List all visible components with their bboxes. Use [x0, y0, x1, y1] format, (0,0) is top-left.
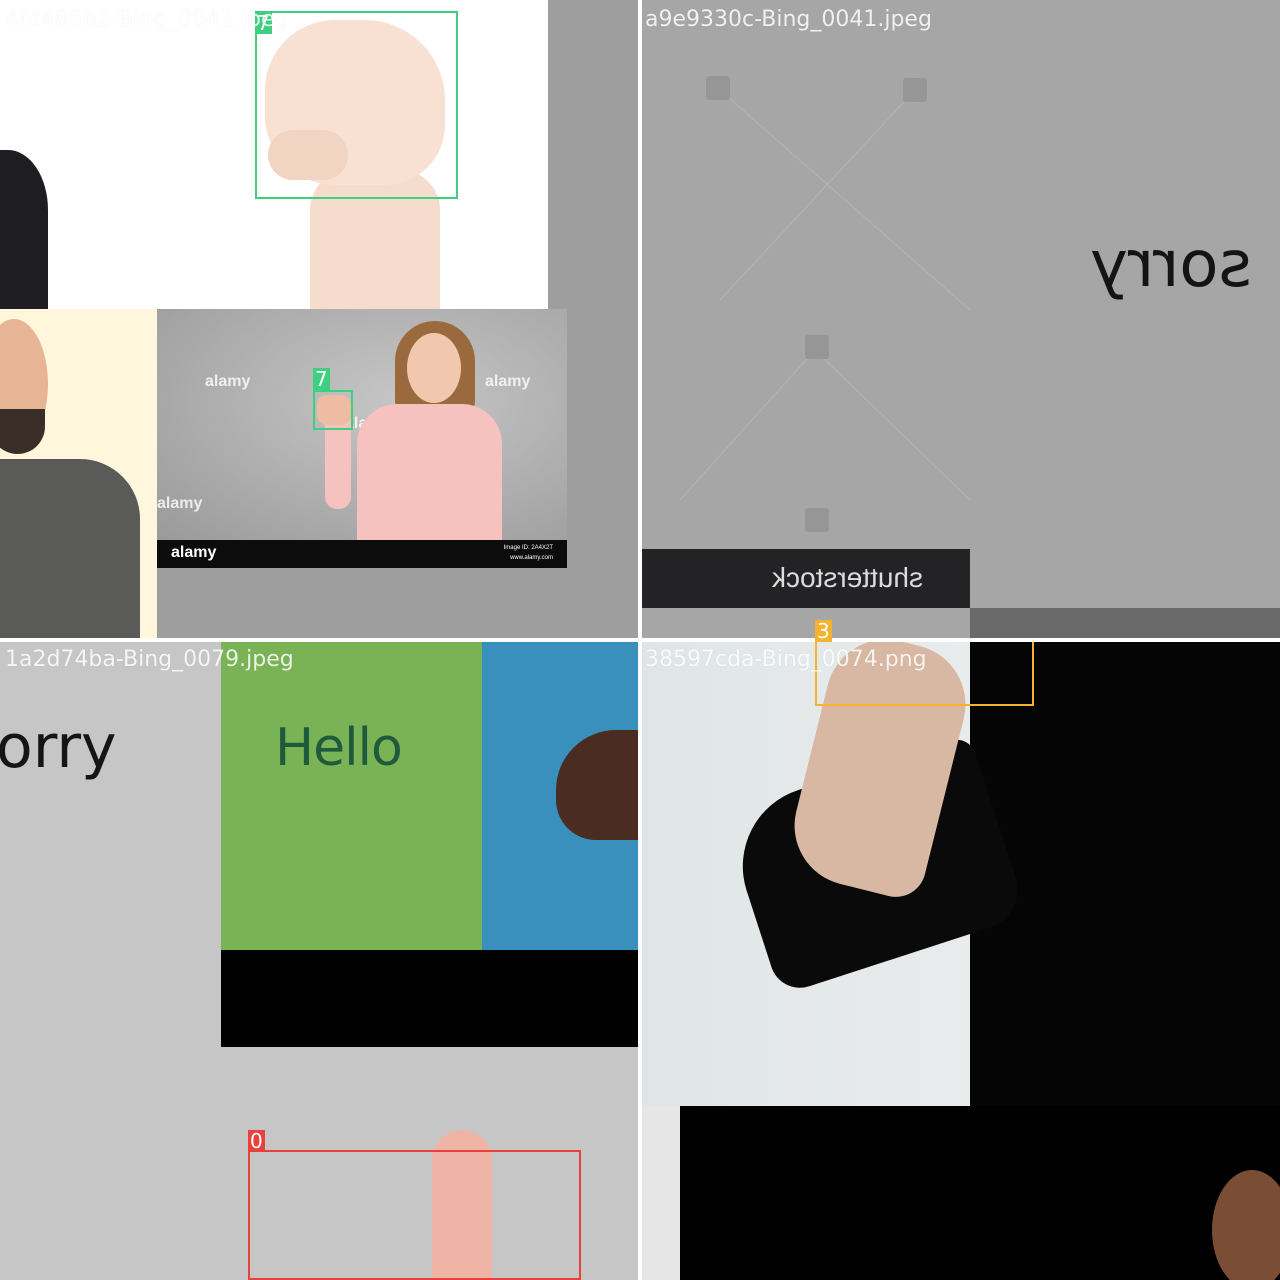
- bbox-label: 3: [815, 619, 832, 643]
- hello-text: Hello: [275, 718, 403, 778]
- bbox-label: 0: [248, 1129, 265, 1153]
- bbox-fist-large: [255, 11, 458, 199]
- bald-man-photo: [0, 309, 157, 640]
- tile-filename: 1a2d74ba-Bing_0079.jpeg: [5, 647, 294, 672]
- alamy-inset-photo: alamy alamy alamy alamy alamy alamy Imag…: [157, 309, 567, 568]
- mosaic-tile-3: orry Hello 0 1a2d74ba-Bing_0079.jpeg: [0, 640, 640, 1280]
- mosaic-tile-4: 3 38597cda-Bing_0074.png: [640, 640, 1280, 1280]
- black-shirt-body: [970, 640, 1280, 1106]
- bbox-fingers: [248, 1150, 581, 1280]
- dark-shoulder: [0, 150, 48, 309]
- bottom-strip: [970, 608, 1280, 640]
- black-bar: [221, 950, 640, 1047]
- alamy-site: www.alamy.com: [510, 555, 553, 561]
- alamy-watermark: alamy: [485, 373, 531, 390]
- bbox-fist-small: [313, 390, 353, 430]
- man-sweater: [0, 459, 140, 640]
- tile-filename: a9e9330c-Bing_0041.jpeg: [645, 7, 932, 32]
- alamy-footer-brand: alamy: [171, 544, 217, 561]
- watermark-grid: [679, 76, 971, 532]
- mosaic-tile-1: alamy alamy alamy alamy alamy alamy Imag…: [0, 0, 640, 640]
- man-beard: [0, 409, 45, 454]
- hello-green-panel: [221, 642, 482, 950]
- black-bottom: [680, 1106, 1280, 1280]
- mirrored-sorry-text: sorry: [1090, 228, 1252, 302]
- mirrored-brand-text: shutterstock: [772, 562, 923, 593]
- woman-face: [407, 333, 461, 403]
- alamy-footer: alamy Image ID: 2A4X2T www.alamy.com: [157, 540, 567, 568]
- tile-filename: 4fd485b2-Bing_0041.jpeg: [5, 7, 289, 32]
- bbox-label: 7: [313, 367, 330, 391]
- partial-sorry-text: orry: [0, 712, 117, 782]
- alamy-watermark: alamy: [205, 373, 251, 390]
- alamy-watermark: alamy: [157, 495, 203, 512]
- tile-filename: 38597cda-Bing_0074.png: [645, 647, 927, 672]
- mosaic-tile-2: sorry shutterstock a9e9330c-Bing_0041.jp…: [640, 0, 1280, 640]
- alamy-image-id: Image ID: 2A4X2T: [503, 545, 553, 551]
- woman-shirt: [357, 404, 502, 540]
- grid-divider-horizontal: [0, 638, 1280, 642]
